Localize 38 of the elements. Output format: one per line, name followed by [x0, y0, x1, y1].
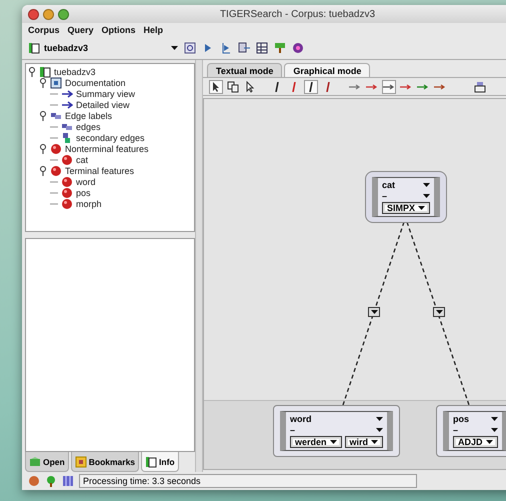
panel-tab[interactable]: Open	[25, 452, 69, 472]
window-title: TIGERSearch - Corpus: tuebadzv3	[218, 8, 376, 20]
menu-item[interactable]: Help	[144, 25, 164, 35]
panel-tab[interactable]: Info	[141, 452, 179, 472]
tree-item[interactable]: word	[76, 176, 96, 186]
tree-item[interactable]: secondary edges	[76, 132, 145, 142]
tree-item[interactable]: pos	[76, 188, 91, 198]
tree-item[interactable]: Edge labels	[65, 110, 112, 120]
panel-tab[interactable]: Bookmarks	[70, 452, 140, 472]
tree-item[interactable]: edges	[76, 122, 101, 132]
value-dropdown[interactable]: ADJD	[453, 436, 498, 448]
tree-item[interactable]: Terminal features	[65, 166, 134, 176]
operator: –	[290, 425, 296, 435]
tree-item[interactable]: Detailed view	[76, 100, 130, 110]
mode-tab[interactable]: Textual mode	[207, 63, 282, 77]
terminal-node[interactable]: word – werden wird	[273, 405, 400, 457]
tree-item[interactable]: morph	[76, 198, 102, 208]
tree-item[interactable]: Summary view	[76, 88, 136, 98]
operator: –	[382, 191, 388, 201]
mode-tab[interactable]: Graphical mode	[284, 63, 370, 77]
menu-item[interactable]: Options	[102, 25, 136, 35]
operator: –	[453, 425, 458, 435]
value-dropdown[interactable]: werden	[290, 436, 342, 448]
tree-item[interactable]: Nonterminal features	[65, 144, 149, 154]
menu-item[interactable]: Query	[68, 25, 94, 35]
value-dropdown[interactable]: SIMPX	[382, 202, 430, 214]
menu-item[interactable]: Corpus	[28, 25, 60, 35]
nonterminal-node[interactable]: cat – SIMPX	[365, 171, 448, 223]
corpus-selector[interactable]: tuebadzv3	[28, 42, 178, 54]
tree-item[interactable]: tuebadzv3	[54, 66, 96, 76]
tree-item[interactable]: cat	[76, 154, 88, 164]
status-text: Processing time: 3.3 seconds	[79, 474, 417, 488]
feature-name: pos	[453, 414, 470, 424]
value-dropdown[interactable]: wird	[344, 436, 384, 448]
tree-item[interactable]: Documentation	[65, 78, 126, 88]
terminal-node[interactable]: pos – ADJD	[436, 405, 506, 457]
feature-name: cat	[382, 180, 396, 190]
feature-name: word	[290, 414, 312, 424]
